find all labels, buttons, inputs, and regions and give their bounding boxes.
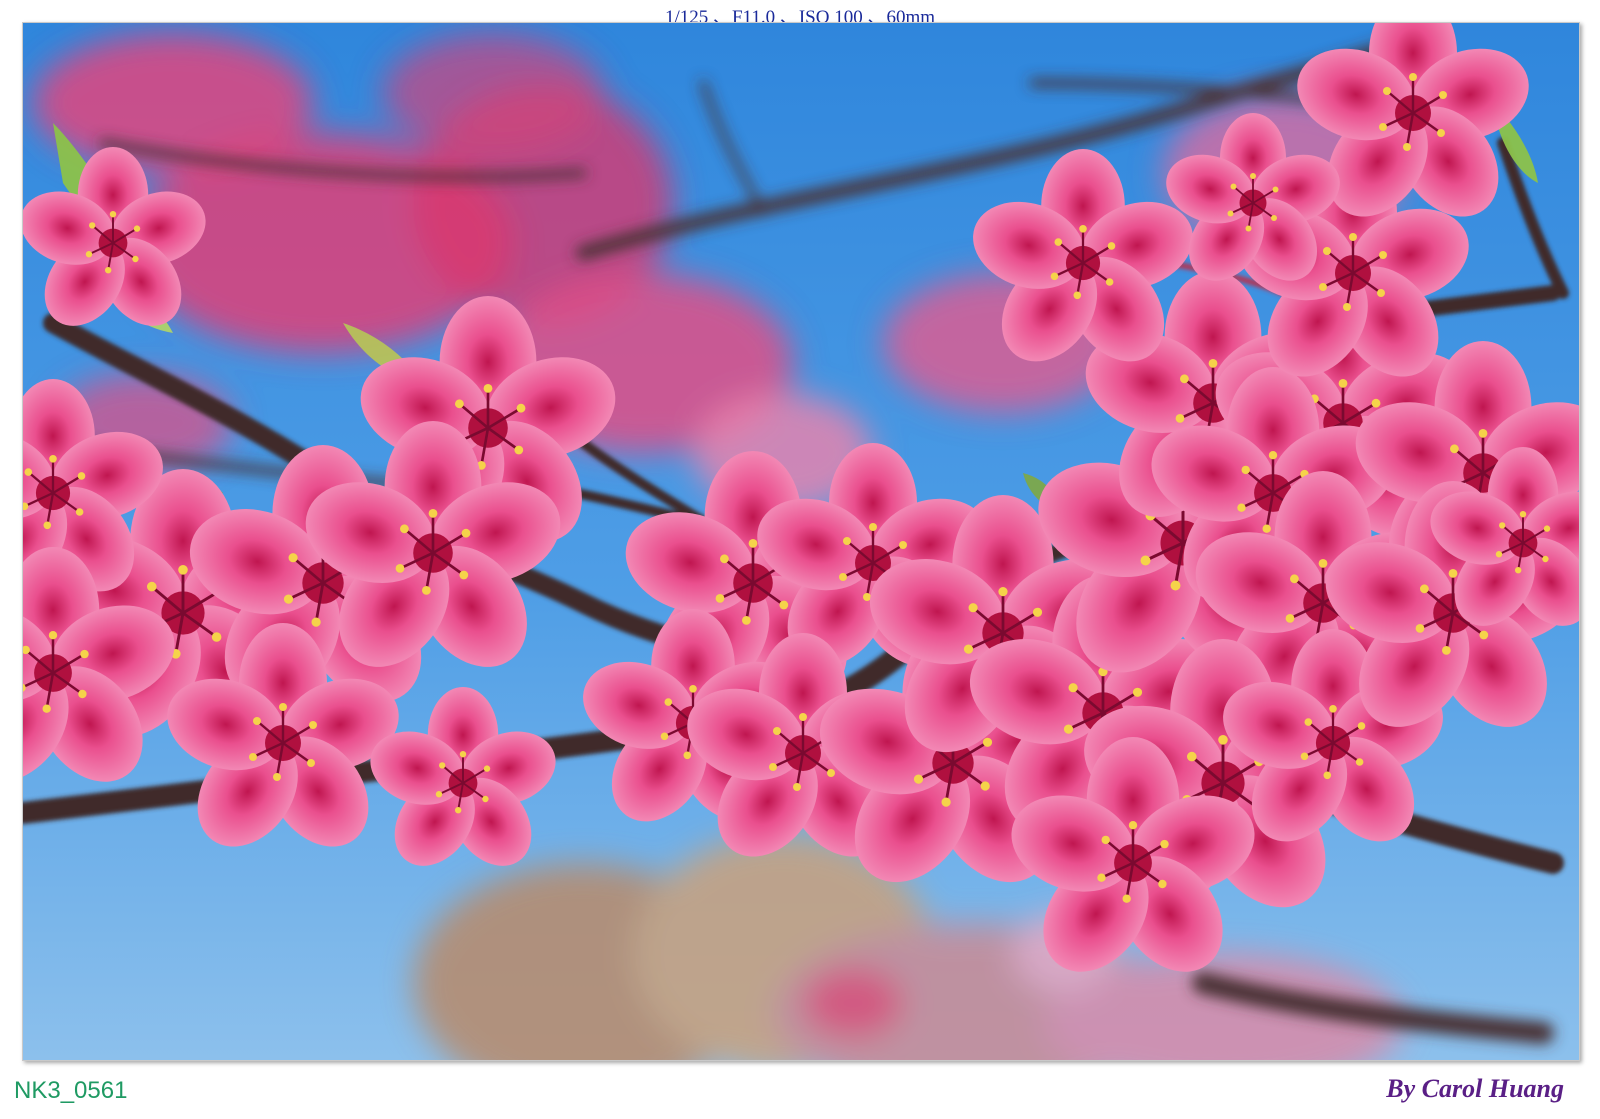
cherry-blossom-photo (22, 22, 1580, 1061)
photo-frame: 1/125 、F11.0 、ISO 100 、60mm NK3_0561 By … (0, 0, 1600, 1119)
file-name-label: NK3_0561 (14, 1077, 128, 1104)
photographer-signature: By Carol Huang (1386, 1074, 1564, 1103)
